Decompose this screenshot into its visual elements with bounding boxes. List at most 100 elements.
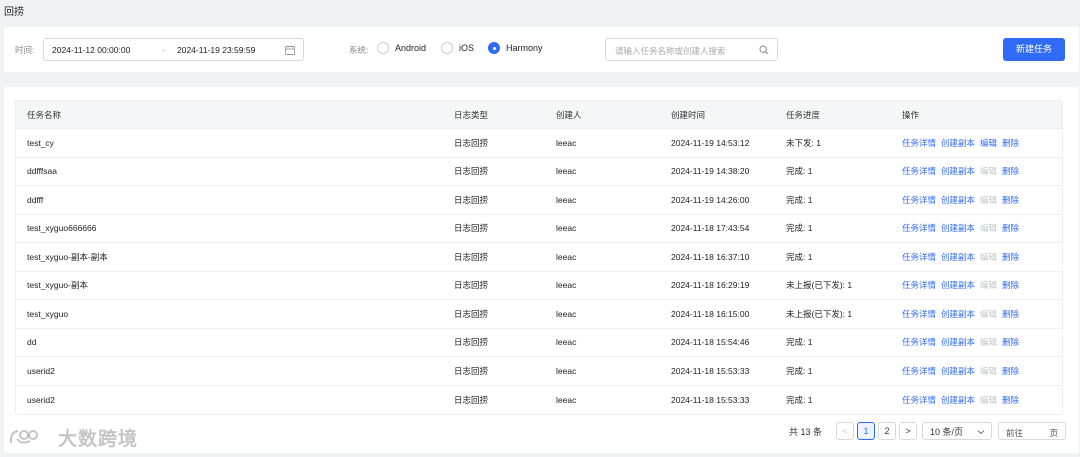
task-progress: 完成: 1 [786, 194, 813, 205]
prev-page-button[interactable]: < [836, 422, 854, 440]
create-copy-link[interactable]: 创建副本 [941, 365, 975, 377]
task-detail-link[interactable]: 任务详情 [902, 279, 936, 291]
jump-suffix: 页 [1049, 428, 1058, 438]
page-1-button[interactable]: 1 [857, 422, 875, 440]
created-time: 2024-11-18 15:53:33 [671, 365, 750, 376]
range-separator: - [162, 45, 165, 55]
page-size-value: 10 条/页 [930, 426, 964, 437]
next-page-button[interactable]: > [899, 422, 917, 440]
edit-link: 编辑 [980, 337, 998, 348]
task-name: userid2 [27, 394, 55, 405]
new-task-button[interactable]: 新建任务 [1003, 38, 1065, 61]
task-name: test_cy [27, 137, 54, 148]
delete-link[interactable]: 删除 [1002, 222, 1019, 234]
task-detail-link[interactable]: 任务详情 [902, 251, 936, 263]
chevron-right-icon: > [905, 426, 911, 436]
delete-link[interactable]: 删除 [1002, 251, 1019, 263]
create-copy-link[interactable]: 创建副本 [941, 251, 975, 263]
creator: leeac [556, 280, 577, 291]
row-actions: 任务详情 创建副本 编辑 删除 [902, 329, 1019, 357]
radio-harmony[interactable]: Harmony [488, 42, 543, 54]
edit-link: 编辑 [980, 365, 998, 376]
log-type: 日志回捞 [454, 337, 489, 348]
create-copy-link[interactable]: 创建副本 [941, 394, 975, 406]
watermark-text: 大数跨境 [58, 429, 139, 450]
page-title: 回捞 [4, 7, 24, 18]
create-copy-link[interactable]: 创建副本 [941, 194, 975, 206]
task-detail-link[interactable]: 任务详情 [902, 137, 936, 149]
created-time: 2024-11-19 14:53:12 [671, 137, 750, 148]
radio-dot[interactable] [488, 42, 500, 54]
task-detail-link[interactable]: 任务详情 [902, 222, 936, 234]
task-progress: 未下发: 1 [786, 137, 821, 148]
task-progress: 未上报(已下发): 1 [786, 308, 853, 319]
delete-link[interactable]: 删除 [1002, 165, 1019, 177]
task-name: test_xyguo [27, 308, 69, 319]
task-progress: 完成: 1 [786, 394, 813, 405]
start-date-input[interactable]: 2024-11-12 00:00:00 [52, 45, 130, 55]
task-name: ddfffsaa [27, 166, 57, 177]
header-time: 创建时间 [671, 109, 706, 120]
created-time: 2024-11-18 15:54:46 [671, 337, 750, 348]
row-actions: 任务详情 创建副本 编辑 删除 [902, 357, 1019, 385]
task-detail-link[interactable]: 任务详情 [902, 365, 936, 377]
task-detail-link[interactable]: 任务详情 [902, 194, 936, 206]
watermark: 大数跨境 [8, 424, 138, 451]
radio-android[interactable]: Android [377, 42, 426, 54]
create-copy-link[interactable]: 创建副本 [941, 336, 975, 348]
log-type: 日志回捞 [454, 280, 489, 291]
total-count: 共 13 条 [789, 426, 823, 437]
table-header: 任务名称 日志类型 创建人 创建时间 任务进度 操作 [16, 101, 1062, 129]
task-table: 任务名称 日志类型 创建人 创建时间 任务进度 操作 test_cy 日志回捞 le… [15, 100, 1063, 415]
search-input[interactable]: 请输入任务名称或创建人搜索 [605, 38, 778, 61]
create-copy-link[interactable]: 创建副本 [941, 222, 975, 234]
radio-dot[interactable] [377, 42, 389, 54]
log-type: 日志回捞 [454, 166, 489, 177]
delete-link[interactable]: 删除 [1002, 394, 1019, 406]
table-body: test_cy 日志回捞 leeac 2024-11-19 14:53:12 未下发: … [16, 129, 1062, 414]
create-copy-link[interactable]: 创建副本 [941, 308, 975, 320]
created-time: 2024-11-18 16:15:00 [671, 308, 750, 319]
task-detail-link[interactable]: 任务详情 [902, 165, 936, 177]
radio-dot[interactable] [441, 42, 453, 54]
task-detail-link[interactable]: 任务详情 [902, 336, 936, 348]
delete-link[interactable]: 删除 [1002, 336, 1019, 348]
row-actions: 任务详情 创建副本 编辑 删除 [902, 129, 1019, 157]
edit-link: 编辑 [980, 194, 998, 205]
table-row: test_xyguo-副本-副本 日志回捞 leeac 2024-11-18 16:3… [16, 243, 1062, 272]
page-jump-input[interactable]: 前往 页 [998, 422, 1066, 440]
create-copy-link[interactable]: 创建副本 [941, 137, 975, 149]
log-type: 日志回捞 [454, 308, 489, 319]
table-row: userid2 日志回捞 leeac 2024-11-18 15:53:33 完成: 1… [16, 386, 1062, 415]
create-copy-link[interactable]: 创建副本 [941, 165, 975, 177]
log-type: 日志回捞 [454, 194, 489, 205]
watermark-logo-icon [9, 429, 38, 444]
creator: leeac [556, 137, 577, 148]
radio-label: Android [395, 43, 427, 53]
edit-link: 编辑 [980, 394, 998, 405]
delete-link[interactable]: 删除 [1002, 194, 1019, 206]
system-label: 系统: [349, 45, 369, 55]
page-2-button[interactable]: 2 [878, 422, 896, 440]
delete-link[interactable]: 删除 [1002, 137, 1019, 149]
task-detail-link[interactable]: 任务详情 [902, 394, 936, 406]
date-range-picker[interactable]: 2024-11-12 00:00:00 - 2024-11-19 23:59:5… [43, 38, 304, 61]
creator: leeac [556, 251, 577, 262]
create-copy-link[interactable]: 创建副本 [941, 279, 975, 291]
delete-link[interactable]: 删除 [1002, 279, 1019, 291]
time-label: 时间: [15, 45, 35, 55]
delete-link[interactable]: 删除 [1002, 308, 1019, 320]
delete-link[interactable]: 删除 [1002, 365, 1019, 377]
log-type: 日志回捞 [454, 223, 489, 234]
search-icon[interactable] [759, 45, 769, 55]
row-actions: 任务详情 创建副本 编辑 删除 [902, 186, 1019, 214]
header-actions: 操作 [902, 109, 920, 120]
task-name: dd [27, 337, 37, 348]
task-progress: 完成: 1 [786, 337, 813, 348]
page-size-select[interactable]: 10 条/页 [922, 422, 992, 440]
edit-link[interactable]: 编辑 [980, 137, 997, 149]
radio-ios[interactable]: iOS [441, 42, 474, 54]
radio-label: Harmony [506, 43, 543, 53]
end-date-input[interactable]: 2024-11-19 23:59:59 [177, 45, 255, 55]
task-detail-link[interactable]: 任务详情 [902, 308, 936, 320]
